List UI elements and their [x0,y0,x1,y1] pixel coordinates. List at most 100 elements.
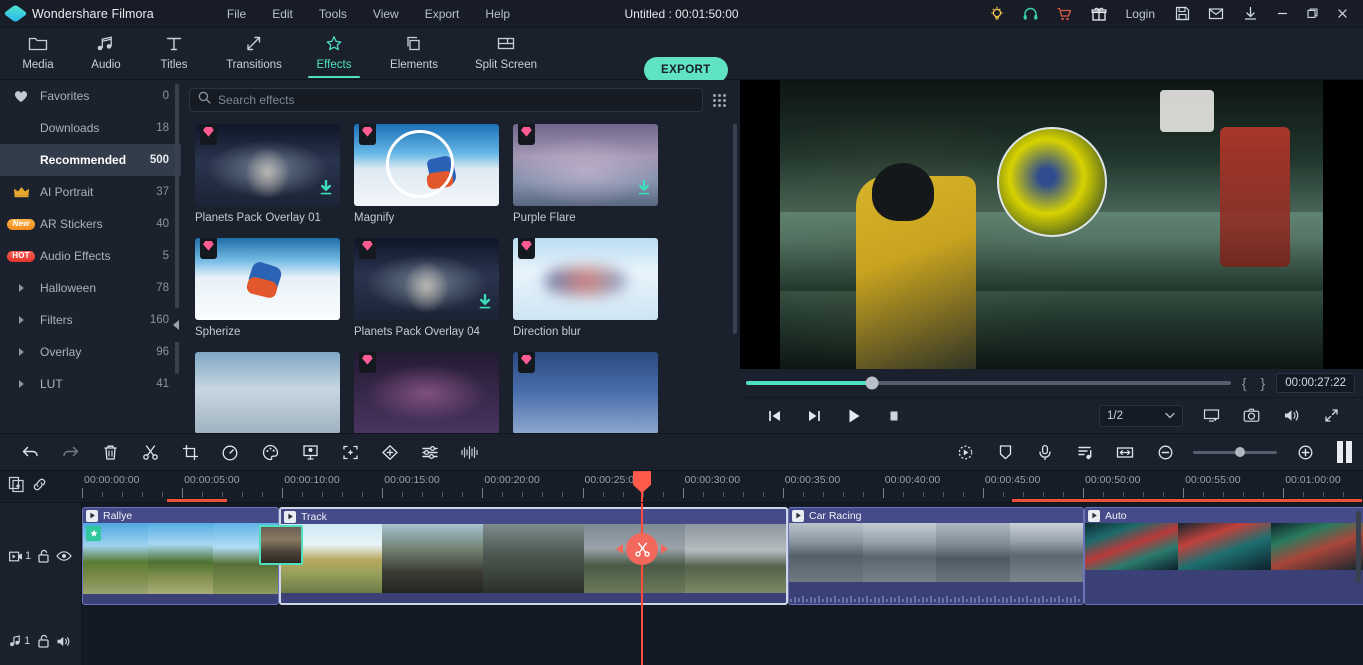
render-preview-button[interactable] [1337,441,1353,464]
seek-bar[interactable] [746,376,1231,390]
add-track-icon[interactable] [8,476,25,498]
mute-track-icon[interactable] [56,635,72,648]
sidebar-item-ai-portrait[interactable]: AI Portrait 37 [0,176,181,208]
menu-file[interactable]: File [214,3,259,25]
menu-export[interactable]: Export [412,3,473,25]
login-button[interactable]: Login [1116,7,1165,21]
snapshot-camera-icon[interactable] [1231,398,1271,434]
chevron-right-icon[interactable] [10,284,32,292]
tab-split-screen[interactable]: Split Screen [460,28,552,80]
chevron-right-icon[interactable] [10,348,32,356]
search-effects-box[interactable] [189,88,703,112]
timeline-zoom-slider[interactable] [1193,447,1277,458]
timeline-clip-auto[interactable]: Auto [1084,507,1363,606]
mail-icon[interactable] [1199,0,1233,28]
dragged-clip-thumbnail[interactable] [259,525,303,566]
undo-button[interactable] [10,433,50,471]
fit-timeline-button[interactable] [1105,433,1145,471]
audio-track-icon[interactable]: 1 [9,635,30,647]
menu-edit[interactable]: Edit [259,3,306,25]
tab-audio[interactable]: Audio [72,28,140,80]
menu-tools[interactable]: Tools [306,3,360,25]
link-clips-icon[interactable] [31,476,48,498]
effects-scrollbar[interactable] [733,124,737,334]
sidebar-item-filters[interactable]: Filters 160 [0,304,181,336]
sidebar-item-favorites[interactable]: Favorites 0 [0,80,181,112]
effect-card[interactable] [513,352,658,434]
effect-card[interactable]: Direction blur [513,238,658,338]
gift-icon[interactable] [1082,0,1116,28]
video-track-icon[interactable]: 1 [8,550,31,562]
menu-help[interactable]: Help [472,3,523,25]
sidebar-item-overlay[interactable]: Overlay 96 [0,336,181,368]
preview-quality-dropdown[interactable]: 1/2 [1099,404,1183,427]
video-canvas[interactable] [740,80,1363,369]
marker-button[interactable] [985,433,1025,471]
auto-enhance-button[interactable] [330,433,370,471]
playhead-handle[interactable] [633,471,651,494]
download-icon[interactable] [1233,0,1267,28]
zoom-in-button[interactable] [1285,433,1325,471]
grid-view-icon[interactable] [713,93,726,107]
adjust-button[interactable] [410,433,450,471]
sidebar-item-halloween[interactable]: Halloween 78 [0,272,181,304]
motion-tracking-button[interactable] [945,433,985,471]
tips-bulb-icon[interactable] [980,0,1014,28]
hide-track-icon[interactable] [56,550,72,562]
effect-card[interactable]: Planets Pack Overlay 01 [195,124,340,224]
fullscreen-icon[interactable] [1311,398,1351,434]
play-button[interactable] [834,398,874,434]
collapse-panel-icon[interactable] [171,308,181,342]
chevron-right-icon[interactable] [10,380,32,388]
prev-frame-button[interactable] [754,398,794,434]
timeline-ruler[interactable]: 00:00:00:00 00:00:05:00 00:00:10:00 00:00:1… [82,471,1363,503]
seek-handle[interactable] [865,376,879,390]
audio-mixer-button[interactable] [1065,433,1105,471]
effect-card[interactable]: Spherize [195,238,340,338]
download-icon[interactable] [319,179,333,201]
lock-track-icon[interactable] [37,549,50,563]
mark-in-button[interactable]: { [1239,375,1250,391]
sidebar-item-downloads[interactable]: Downloads 18 [0,112,181,144]
split-button[interactable] [130,433,170,471]
tab-elements[interactable]: Elements [368,28,460,80]
preview-timecode[interactable]: 00:00:27:22 [1276,372,1355,393]
color-button[interactable] [250,433,290,471]
close-button[interactable] [1327,0,1357,28]
maximize-button[interactable] [1297,0,1327,28]
menu-view[interactable]: View [360,3,412,25]
timeline-clip-rallye[interactable]: Rallye [82,507,279,606]
download-icon[interactable] [637,179,651,201]
effect-card[interactable] [354,352,499,434]
tab-effects[interactable]: Effects [300,28,368,80]
shopping-cart-icon[interactable] [1048,0,1082,28]
lock-audio-track-icon[interactable] [37,634,50,648]
speed-button[interactable] [210,433,250,471]
effect-card[interactable]: Magnify [354,124,499,224]
timeline-zoom-handle[interactable] [1235,447,1246,458]
crop-button[interactable] [170,433,210,471]
keyframe-button[interactable] [370,433,410,471]
sidebar-item-lut[interactable]: LUT 41 [0,368,181,400]
split-scissors-handle[interactable] [616,533,668,566]
mark-out-button[interactable]: } [1258,375,1269,391]
sidebar-item-audio-effects[interactable]: HOT Audio Effects 5 [0,240,181,272]
timeline-vertical-scrollbar[interactable] [1356,511,1361,584]
effect-card[interactable]: Purple Flare [513,124,658,224]
timeline-clip-track[interactable]: Track [279,507,788,606]
next-frame-button[interactable] [794,398,834,434]
display-mode-icon[interactable] [1191,398,1231,434]
download-icon[interactable] [478,293,492,315]
audio-track-body[interactable] [82,609,1363,665]
sidebar-item-ar-stickers[interactable]: New AR Stickers 40 [0,208,181,240]
volume-icon[interactable] [1271,398,1311,434]
minimize-button[interactable] [1267,0,1297,28]
effect-card[interactable] [195,352,340,434]
voiceover-button[interactable] [1025,433,1065,471]
sidebar-item-recommended[interactable]: Recommended 500 [0,144,181,176]
tab-transitions[interactable]: Transitions [208,28,300,80]
effect-card[interactable]: Planets Pack Overlay 04 [354,238,499,338]
tab-titles[interactable]: Titles [140,28,208,80]
redo-button[interactable] [50,433,90,471]
chevron-right-icon[interactable] [10,316,32,324]
